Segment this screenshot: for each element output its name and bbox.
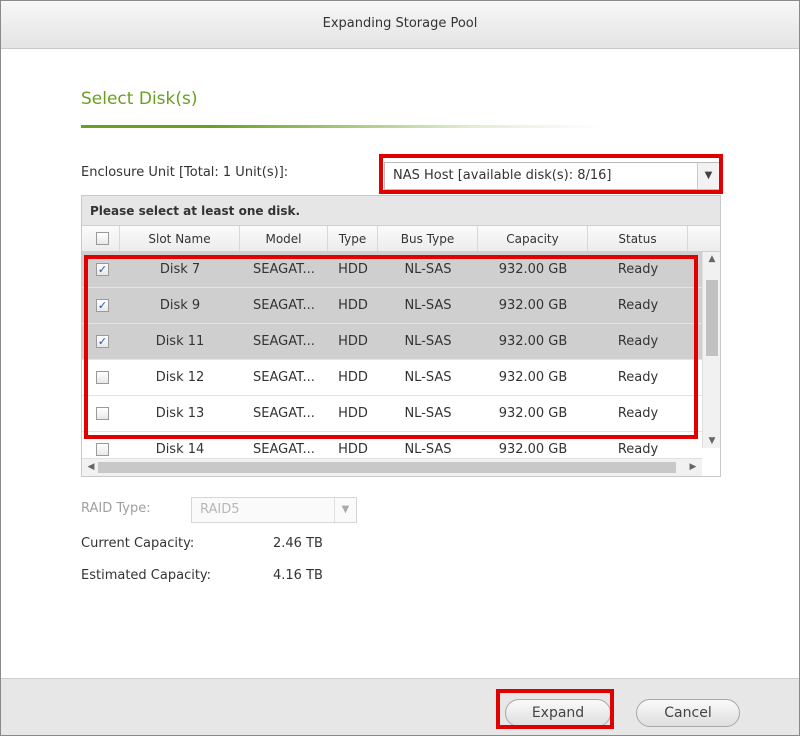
raid-type-value: RAID5: [200, 502, 240, 517]
cell-status: Ready: [617, 370, 659, 385]
vertical-scroll-thumb[interactable]: [706, 280, 718, 356]
expand-button[interactable]: Expand: [505, 699, 611, 727]
cell-capacity: 932.00 GB: [498, 334, 568, 349]
cell-capacity: 932.00 GB: [498, 298, 568, 313]
enclosure-unit-value: NAS Host [available disk(s): 8/16]: [393, 168, 612, 183]
scroll-up-icon[interactable]: ▲: [703, 254, 720, 264]
horizontal-scrollbar[interactable]: ◀ ▶: [82, 458, 702, 476]
cell-slot-name: Disk 13: [155, 406, 205, 421]
current-capacity-label: Current Capacity:: [81, 536, 195, 551]
cell-bus-type: NL-SAS: [404, 406, 452, 421]
current-capacity-value: 2.46 TB: [273, 536, 323, 551]
estimated-capacity-value: 4.16 TB: [273, 568, 323, 583]
dialog-footer: Expand Cancel: [1, 678, 799, 735]
column-header-type[interactable]: Type: [328, 226, 378, 251]
vertical-scrollbar[interactable]: ▲ ▼: [702, 252, 720, 448]
table-row[interactable]: ✓ Disk 7 SEAGAT... HDD NL-SAS 932.00 GB Ready: [82, 252, 702, 288]
raid-type-select[interactable]: RAID5 ▼: [191, 497, 357, 523]
table-row[interactable]: ✓ Disk 11 SEAGAT... HDD NL-SAS 932.00 GB Ready: [82, 324, 702, 360]
cell-type: HDD: [338, 298, 368, 313]
cell-slot-name: Disk 11: [155, 334, 205, 349]
table-row[interactable]: Disk 12 SEAGAT... HDD NL-SAS 932.00 GB Ready: [82, 360, 702, 396]
enclosure-unit-select[interactable]: NAS Host [available disk(s): 8/16] ▼: [384, 162, 720, 190]
horizontal-scroll-thumb[interactable]: [98, 462, 676, 473]
cell-bus-type: NL-SAS: [404, 298, 452, 313]
cell-status: Ready: [617, 262, 659, 277]
scroll-right-icon[interactable]: ▶: [684, 462, 702, 472]
cell-type: HDD: [338, 370, 368, 385]
chevron-down-icon[interactable]: ▼: [697, 163, 719, 189]
row-checkbox[interactable]: ✓: [96, 335, 109, 348]
section-divider: [81, 125, 601, 128]
column-header-slot-name[interactable]: Slot Name: [120, 226, 240, 251]
column-header-capacity[interactable]: Capacity: [478, 226, 588, 251]
expanding-storage-pool-dialog: Expanding Storage Pool Select Disk(s) En…: [0, 0, 800, 736]
cell-type: HDD: [338, 334, 368, 349]
cell-capacity: 932.00 GB: [498, 262, 568, 277]
row-checkbox[interactable]: [96, 443, 109, 456]
dialog-title: Expanding Storage Pool: [1, 1, 799, 49]
row-checkbox[interactable]: [96, 407, 109, 420]
cell-capacity: 932.00 GB: [498, 406, 568, 421]
disk-table: Please select at least one disk. Slot Na…: [81, 195, 721, 477]
column-header-status[interactable]: Status: [588, 226, 688, 251]
cell-slot-name: Disk 12: [155, 370, 205, 385]
cancel-button[interactable]: Cancel: [636, 699, 740, 727]
raid-type-label: RAID Type:: [81, 501, 151, 516]
disk-table-hint: Please select at least one disk.: [82, 196, 720, 226]
cell-model: SEAGAT...: [253, 298, 315, 313]
select-all-checkbox[interactable]: [96, 232, 109, 245]
estimated-capacity-label: Estimated Capacity:: [81, 568, 212, 583]
cell-status: Ready: [617, 334, 659, 349]
table-row[interactable]: Disk 13 SEAGAT... HDD NL-SAS 932.00 GB Ready: [82, 396, 702, 432]
header-select-all-cell: [82, 226, 120, 251]
chevron-down-icon[interactable]: ▼: [334, 498, 356, 522]
cell-slot-name: Disk 7: [159, 262, 201, 277]
row-checkbox[interactable]: ✓: [96, 299, 109, 312]
cell-model: SEAGAT...: [253, 370, 315, 385]
cell-status: Ready: [617, 298, 659, 313]
disk-table-header: Slot Name Model Type Bus Type Capacity S…: [82, 226, 720, 252]
cell-capacity: 932.00 GB: [498, 370, 568, 385]
cell-type: HDD: [338, 406, 368, 421]
cell-model: SEAGAT...: [253, 334, 315, 349]
column-header-model[interactable]: Model: [240, 226, 328, 251]
cell-slot-name: Disk 9: [159, 298, 201, 313]
cell-model: SEAGAT...: [253, 406, 315, 421]
row-checkbox[interactable]: [96, 371, 109, 384]
cell-bus-type: NL-SAS: [404, 262, 452, 277]
section-title: Select Disk(s): [81, 89, 198, 109]
cell-bus-type: NL-SAS: [404, 334, 452, 349]
enclosure-unit-label: Enclosure Unit [Total: 1 Unit(s)]:: [81, 165, 289, 180]
row-checkbox[interactable]: ✓: [96, 263, 109, 276]
column-header-bus-type[interactable]: Bus Type: [378, 226, 478, 251]
cell-bus-type: NL-SAS: [404, 370, 452, 385]
cell-status: Ready: [617, 406, 659, 421]
table-row[interactable]: ✓ Disk 9 SEAGAT... HDD NL-SAS 932.00 GB Ready: [82, 288, 702, 324]
cell-model: SEAGAT...: [253, 262, 315, 277]
cell-type: HDD: [338, 262, 368, 277]
scroll-down-icon[interactable]: ▼: [703, 436, 720, 446]
